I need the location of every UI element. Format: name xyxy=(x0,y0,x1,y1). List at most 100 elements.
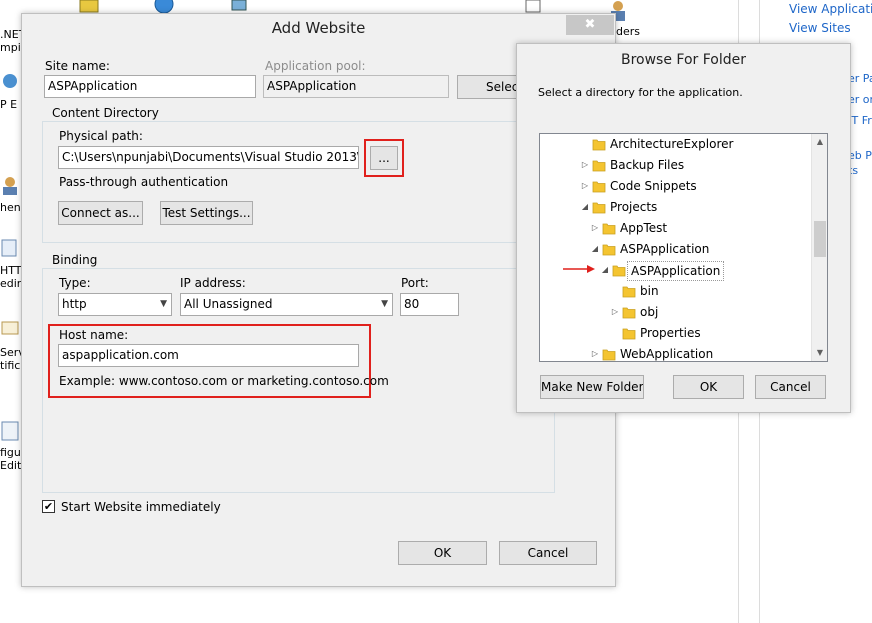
physical-path-label: Physical path: xyxy=(59,129,143,143)
users-icon xyxy=(3,177,17,195)
physical-path-input[interactable]: C:\Users\npunjabi\Documents\Visual Studi… xyxy=(58,146,359,169)
expand-arrow-icon[interactable]: ◢ xyxy=(590,239,600,259)
host-name-example: Example: www.contoso.com or marketing.co… xyxy=(59,374,389,388)
app-pool-field: ASPApplication xyxy=(263,75,449,98)
tree-folder-label: ASPApplication xyxy=(620,242,710,256)
type-select-value: http xyxy=(62,297,87,311)
view-sites-link[interactable]: View Sites xyxy=(789,21,851,35)
feature-icon xyxy=(79,0,99,13)
bg-tile-label: figu xyxy=(0,446,21,459)
expand-arrow-icon[interactable]: ▷ xyxy=(590,344,600,361)
folder-icon xyxy=(622,307,636,319)
browse-dialog-title: Browse For Folder xyxy=(517,44,850,77)
view-applications-link[interactable]: View Applications xyxy=(789,2,872,16)
bg-tile-label: tific xyxy=(0,359,21,372)
type-select[interactable]: http ▼ xyxy=(58,293,172,316)
tree-folder-label: bin xyxy=(640,284,659,298)
folder-tree[interactable]: ArchitectureExplorer ▷ Backup Files ▷ Code S… xyxy=(539,133,828,362)
ip-address-select[interactable]: All Unassigned ▼ xyxy=(180,293,393,316)
folder-icon xyxy=(622,286,636,298)
site-name-input[interactable]: ASPApplication xyxy=(44,75,256,98)
dialog-title: Add Website xyxy=(22,14,615,43)
port-input[interactable]: 80 xyxy=(400,293,459,316)
chevron-down-icon: ▼ xyxy=(160,299,167,309)
folder-icon xyxy=(602,244,616,256)
folder-icon xyxy=(592,202,606,214)
scroll-down-icon[interactable]: ▼ xyxy=(812,345,827,361)
expand-arrow-icon[interactable]: ▷ xyxy=(610,302,620,322)
bg-tile-label: Serve xyxy=(0,346,22,359)
port-label: Port: xyxy=(401,276,429,290)
action-link[interactable]: eb Pr xyxy=(848,149,872,162)
start-website-label: Start Website immediately xyxy=(61,500,221,514)
server-icon xyxy=(231,0,247,11)
tree-scrollbar[interactable]: ▲ ▼ xyxy=(811,134,827,361)
expand-arrow-icon[interactable]: ◢ xyxy=(580,197,590,217)
browse-prompt: Select a directory for the application. xyxy=(538,86,743,99)
redirect-icon xyxy=(1,239,17,257)
binding-title: Binding xyxy=(49,253,101,267)
certificate-icon xyxy=(1,321,19,335)
bg-tile-label: hen xyxy=(0,201,21,214)
make-new-folder-button[interactable]: Make New Folder xyxy=(540,375,644,399)
bg-tile-label: mpil xyxy=(0,41,22,54)
folder-icon xyxy=(592,181,606,193)
scroll-up-icon[interactable]: ▲ xyxy=(812,134,827,150)
cancel-button[interactable]: Cancel xyxy=(499,541,597,565)
tree-folder-label: WebApplication xyxy=(620,347,714,361)
tree-folder-label: Properties xyxy=(640,326,701,340)
bg-tile-label: HTT xyxy=(0,264,22,277)
highlight-browse xyxy=(364,139,404,177)
site-name-label: Site name: xyxy=(45,59,110,73)
tree-folder-label: Backup Files xyxy=(610,158,685,172)
start-website-checkbox[interactable]: ✔ xyxy=(42,500,55,513)
action-link[interactable]: .T Fr xyxy=(848,114,872,127)
folder-icon xyxy=(622,328,636,340)
document-icon xyxy=(525,0,541,13)
bg-tile-certs[interactable]: Serve tific xyxy=(0,320,22,372)
expand-arrow-icon[interactable]: ◢ xyxy=(600,260,610,280)
expand-arrow-icon[interactable]: ▷ xyxy=(590,218,600,238)
content-directory-title: Content Directory xyxy=(49,106,162,120)
ok-button[interactable]: OK xyxy=(398,541,487,565)
host-name-label: Host name: xyxy=(59,328,129,342)
network-icon xyxy=(3,74,17,88)
globe-icon xyxy=(154,0,174,14)
tree-folder-label: ArchitectureExplorer xyxy=(610,137,734,151)
app-pool-label: Application pool: xyxy=(265,59,366,73)
bg-tile-label: Edito xyxy=(0,459,22,472)
host-name-input[interactable]: aspapplication.com xyxy=(58,344,359,367)
bg-tile-label: .NET xyxy=(0,28,22,41)
bg-tile-config[interactable]: figu Edito xyxy=(0,420,22,472)
browse-ok-button[interactable]: OK xyxy=(673,375,744,399)
bg-tile-auth[interactable]: hen xyxy=(0,175,22,214)
bg-tile-net[interactable]: .NET mpil xyxy=(0,28,22,54)
bg-tile-http[interactable]: P E xyxy=(0,72,22,111)
red-arrow-icon xyxy=(563,265,595,273)
tree-folder-label: Projects xyxy=(610,200,658,214)
close-icon[interactable]: ✖ xyxy=(566,15,614,35)
test-settings-button[interactable]: Test Settings... xyxy=(160,201,253,225)
ip-address-label: IP address: xyxy=(180,276,246,290)
expand-arrow-icon[interactable]: ▷ xyxy=(580,155,590,175)
config-editor-icon xyxy=(1,421,19,441)
connect-as-button[interactable]: Connect as... xyxy=(58,201,143,225)
folder-icon xyxy=(602,349,616,361)
expand-arrow-icon[interactable]: ▷ xyxy=(580,176,590,196)
passthrough-label: Pass-through authentication xyxy=(59,175,229,189)
tree-folder-label: obj xyxy=(640,305,659,319)
tree-folder-label: ASPApplication xyxy=(627,261,725,281)
action-link[interactable]: er on xyxy=(848,93,872,106)
tree-folder-label: AppTest xyxy=(620,221,668,235)
folder-icon xyxy=(592,139,606,151)
bg-tile-label: edire xyxy=(0,277,22,290)
browse-folder-dialog: Browse For Folder Select a directory for… xyxy=(516,43,851,413)
ip-address-value: All Unassigned xyxy=(184,297,273,311)
action-link[interactable]: er Pa xyxy=(848,72,872,85)
folder-icon xyxy=(602,223,616,235)
browse-cancel-button[interactable]: Cancel xyxy=(755,375,826,399)
bg-behind-label: ders xyxy=(616,25,641,38)
bg-tile-redirect[interactable]: HTT edire xyxy=(0,238,22,290)
tree-folder-label: Code Snippets xyxy=(610,179,697,193)
scroll-thumb[interactable] xyxy=(814,221,826,257)
